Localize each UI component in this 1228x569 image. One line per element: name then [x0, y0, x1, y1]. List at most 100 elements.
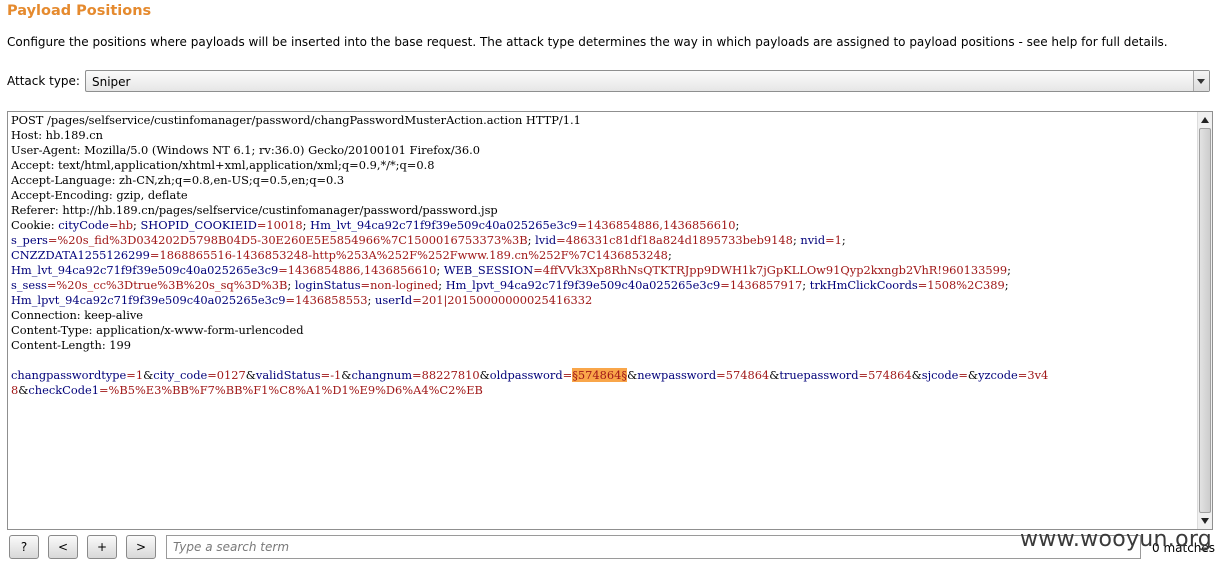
request-token: checkCode1 — [28, 383, 99, 397]
payload-position-marker: §574864§ — [572, 368, 628, 382]
request-line: 8&checkCode1=%B5%E3%BB%F7%BB%F1%C8%A1%D1… — [11, 383, 1196, 398]
request-token: WEB_SESSION — [443, 263, 534, 277]
request-token: & — [341, 368, 352, 382]
request-token: city_code — [153, 368, 208, 382]
scroll-down-icon[interactable] — [1201, 518, 1209, 524]
request-token: =1 — [825, 233, 842, 247]
request-token: =hb — [108, 218, 133, 232]
request-line: s_pers=%20s_fid%3D034202D5798B04D5-30E26… — [11, 233, 1196, 248]
request-line: changpasswordtype=1&city_code=0127&valid… — [11, 368, 1196, 383]
request-token: ; — [438, 278, 446, 292]
request-token: Hm_lpvt_94ca92c71f9f39e509c40a025265e3c9 — [445, 278, 721, 292]
next-match-button[interactable]: > — [126, 535, 156, 559]
request-line: User-Agent: Mozilla/5.0 (Windows NT 6.1;… — [11, 143, 1196, 158]
request-line: Hm_lvt_94ca92c71f9f39e509c40a025265e3c9=… — [11, 263, 1196, 278]
request-token: =1 — [126, 368, 144, 382]
request-line: Connection: keep-alive — [11, 308, 1196, 323]
request-token: ; — [735, 218, 740, 232]
request-token: =574864 — [716, 368, 770, 382]
request-token: =1436857917 — [720, 278, 803, 292]
request-token: Connection: keep-alive — [11, 308, 144, 322]
request-line: Accept-Encoding: gzip, deflate — [11, 188, 1196, 203]
watermark: www.wooyun.org — [1020, 527, 1213, 552]
request-token: =1868865516-1436853248-http%253A%252F%25… — [149, 248, 668, 262]
request-token: & — [245, 368, 256, 382]
request-token: Hm_lpvt_94ca92c71f9f39e509c40a025265e3c9 — [11, 293, 286, 307]
scroll-up-icon[interactable] — [1201, 117, 1209, 123]
request-token: ; — [667, 248, 672, 262]
request-token: =1436854886,1436856610 — [278, 263, 437, 277]
request-line: Content-Type: application/x-www-form-url… — [11, 323, 1196, 338]
request-token: SHOPID_COOKIEID — [140, 218, 257, 232]
request-token: Hm_lvt_94ca92c71f9f39e509c40a025265e3c9 — [11, 263, 279, 277]
request-token: = — [958, 368, 968, 382]
vertical-scrollbar[interactable] — [1197, 112, 1212, 529]
request-line — [11, 353, 1196, 368]
request-token: =1436854886,1436856610 — [577, 218, 736, 232]
request-token: ; — [841, 233, 846, 247]
request-token: POST /pages/selfservice/custinfomanager/… — [11, 113, 581, 127]
request-token: Content-Length: 199 — [11, 338, 132, 352]
request-token: Content-Type: application/x-www-form-url… — [11, 323, 304, 337]
request-token: Cookie: — [11, 218, 59, 232]
request-token: =%20s_fid%3D034202D5798B04D5-30E260E5E58… — [47, 233, 528, 247]
request-token: & — [769, 368, 780, 382]
request-token: changpasswordtype — [11, 368, 127, 382]
add-button[interactable]: + — [87, 535, 117, 559]
request-token: =-1 — [320, 368, 342, 382]
request-token: =1436858553 — [285, 293, 368, 307]
request-text[interactable]: POST /pages/selfservice/custinfomanager/… — [11, 113, 1196, 529]
dropdown-arrow-icon[interactable] — [1193, 71, 1209, 91]
request-token: trkHmClickCoords — [809, 278, 918, 292]
attack-type-label: Attack type: — [7, 74, 80, 88]
request-line: Content-Length: 199 — [11, 338, 1196, 353]
request-line: Accept: text/html,application/xhtml+xml,… — [11, 158, 1196, 173]
request-token: =0127 — [207, 368, 246, 382]
section-description: Configure the positions where payloads w… — [7, 35, 1168, 49]
request-token: =1508%2C389 — [917, 278, 1005, 292]
request-token: Accept-Language: zh-CN,zh;q=0.8,en-US;q=… — [11, 173, 345, 187]
request-token: oldpassword — [489, 368, 563, 382]
request-token: & — [18, 383, 29, 397]
request-token: validStatus — [255, 368, 321, 382]
section-title: Payload Positions — [7, 3, 152, 19]
request-token: =88227810 — [412, 368, 480, 382]
request-token: ; — [367, 293, 376, 307]
request-token: ; — [802, 278, 810, 292]
scrollbar-thumb[interactable] — [1199, 128, 1211, 513]
request-line: Host: hb.189.cn — [11, 128, 1196, 143]
request-token: =%B5%E3%BB%F7%BB%F1%C8%A1%D1%E9%D6%A4%C2… — [98, 383, 483, 397]
request-token: newpassword — [637, 368, 717, 382]
request-line: Accept-Language: zh-CN,zh;q=0.8,en-US;q=… — [11, 173, 1196, 188]
request-token: =486331c81df18a824d1895733beb9148 — [556, 233, 793, 247]
request-token: =10018 — [256, 218, 303, 232]
request-token: changnum — [351, 368, 413, 382]
attack-type-select[interactable]: Sniper — [85, 70, 1210, 92]
request-editor[interactable]: POST /pages/selfservice/custinfomanager/… — [7, 111, 1213, 530]
request-token: userId — [375, 293, 413, 307]
request-token: =201|20150000000025416332 — [412, 293, 593, 307]
help-button[interactable]: ? — [9, 535, 39, 559]
search-input[interactable]: Type a search term — [166, 535, 1141, 559]
request-token: sjcode — [921, 368, 959, 382]
request-line: Hm_lpvt_94ca92c71f9f39e509c40a025265e3c9… — [11, 293, 1196, 308]
request-token: lvid — [535, 233, 557, 247]
previous-match-button[interactable]: < — [48, 535, 78, 559]
request-token: = — [562, 368, 573, 382]
request-token: & — [967, 368, 979, 382]
request-token: Accept: text/html,application/xhtml+xml,… — [11, 158, 435, 172]
request-token: Hm_lvt_94ca92c71f9f39e509c40a025265e3c9 — [310, 218, 578, 232]
request-token: cityCode — [58, 218, 109, 232]
request-token: Host: hb.189.cn — [11, 128, 103, 142]
request-token: User-Agent: Mozilla/5.0 (Windows NT 6.1;… — [11, 143, 480, 157]
request-token: ; — [1007, 263, 1012, 277]
attack-type-value: Sniper — [92, 75, 131, 89]
request-token: s_sess — [11, 278, 47, 292]
request-line: POST /pages/selfservice/custinfomanager/… — [11, 113, 1196, 128]
request-token: loginStatus — [294, 278, 361, 292]
request-token: ; — [287, 278, 295, 292]
request-line: s_sess=%20s_cc%3Dtrue%3B%20s_sq%3D%3B; l… — [11, 278, 1196, 293]
request-token: s_pers — [11, 233, 48, 247]
request-line: CNZZDATA1255126299=1868865516-1436853248… — [11, 248, 1196, 263]
request-token: =%20s_cc%3Dtrue%3B%20s_sq%3D%3B — [46, 278, 288, 292]
